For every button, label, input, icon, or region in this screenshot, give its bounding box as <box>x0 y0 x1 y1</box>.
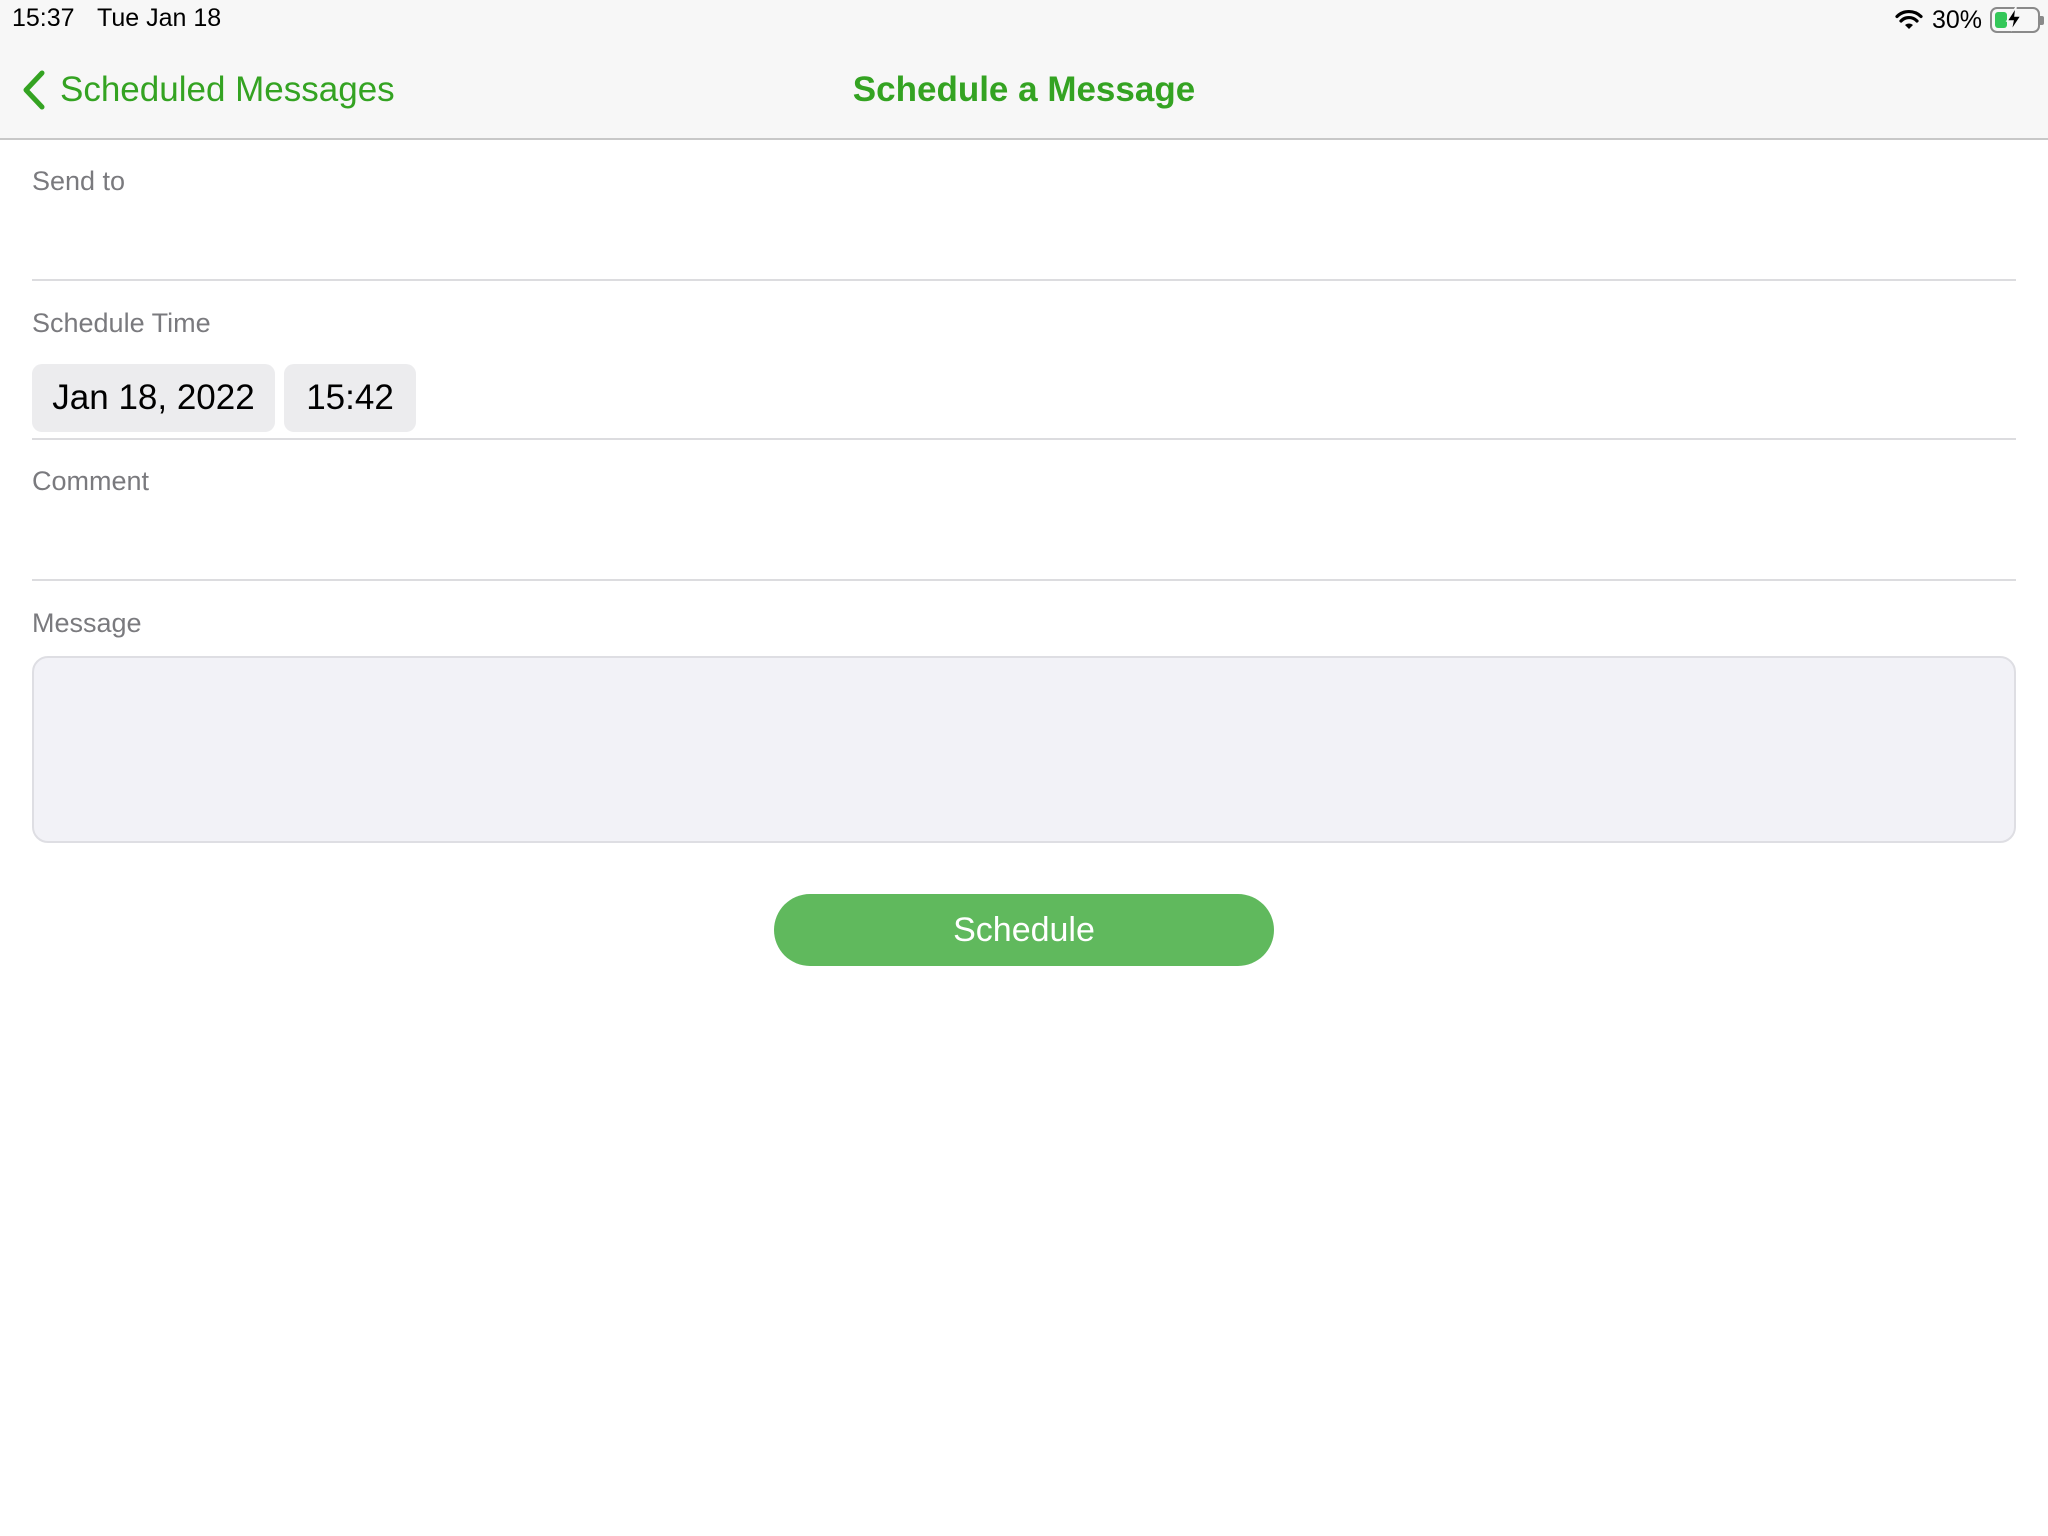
comment-input[interactable] <box>32 512 2016 568</box>
divider <box>32 279 2016 281</box>
message-textarea[interactable] <box>32 656 2016 843</box>
status-time: 15:37 <box>12 4 75 32</box>
send-to-label: Send to <box>32 166 126 196</box>
comment-label: Comment <box>32 466 150 496</box>
battery-charging-icon <box>1990 6 2044 33</box>
top-bar: 15:37 Tue Jan 18 30% Scheduled Messages … <box>0 0 2048 140</box>
send-to-input[interactable] <box>32 212 2016 268</box>
status-date: Tue Jan 18 <box>97 4 222 32</box>
page-title: Schedule a Message <box>852 70 1196 109</box>
date-picker-button[interactable]: Jan 18, 2022 <box>32 364 275 432</box>
schedule-time-label: Schedule Time <box>32 308 211 338</box>
schedule-button[interactable]: Schedule <box>774 894 1274 966</box>
divider <box>32 438 2016 440</box>
wifi-icon <box>1895 9 1923 29</box>
battery-cap <box>2040 16 2044 25</box>
divider <box>32 579 2016 581</box>
charging-bolt-icon <box>2005 6 2023 32</box>
battery-percentage: 30% <box>1931 5 1982 34</box>
status-indicators: 30% <box>1894 4 2044 36</box>
message-label: Message <box>32 608 142 638</box>
time-picker-button[interactable]: 15:42 <box>284 364 416 432</box>
